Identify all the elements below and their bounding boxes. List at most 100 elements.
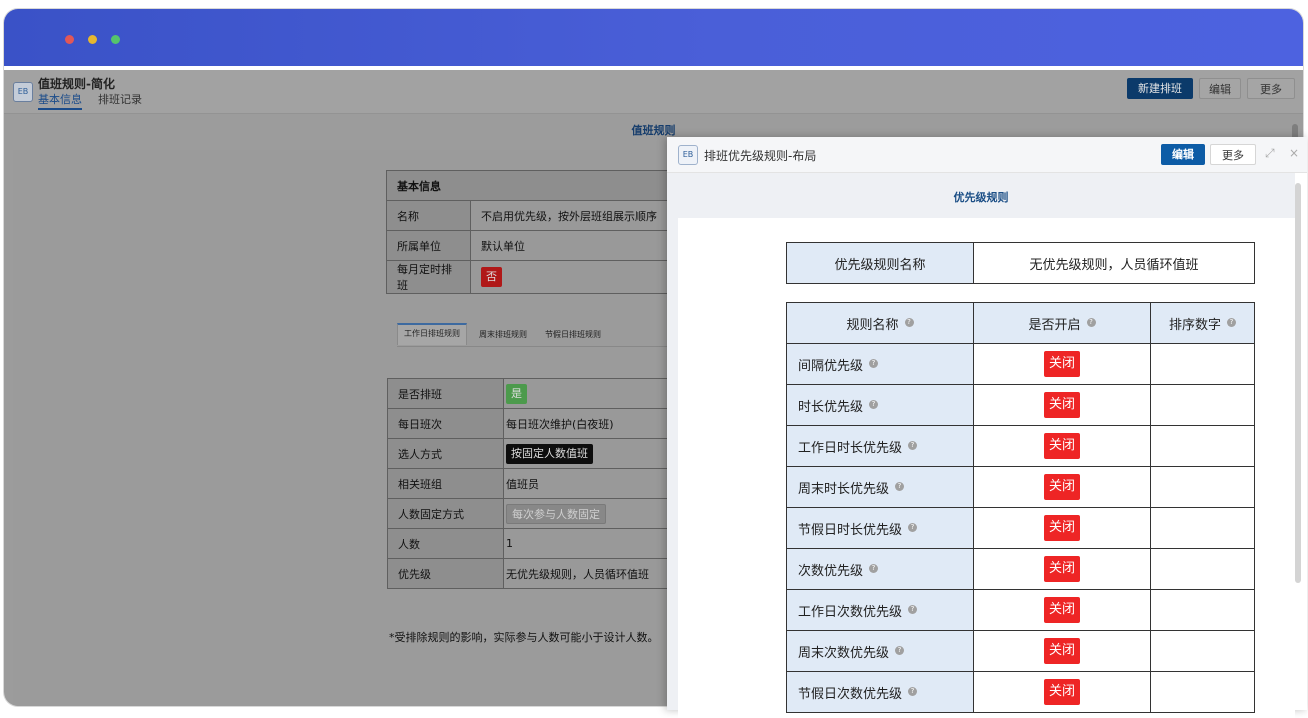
rule-name-cell: 工作日次数优先级? — [786, 589, 974, 631]
daily-shift-label: 每日班次 — [387, 408, 504, 439]
modal-title: 排班优先级规则-布局 — [704, 149, 817, 163]
window-titlebar — [4, 9, 1303, 66]
expand-icon[interactable]: ⤢ — [1265, 146, 1275, 161]
subtab-weekend[interactable]: 周末排班规则 — [479, 329, 527, 340]
new-schedule-button[interactable]: 新建排班 — [1127, 78, 1193, 99]
status-badge: 关闭 — [1043, 638, 1080, 664]
table-row: 周末次数优先级? 关闭 — [786, 630, 1255, 672]
column-header-enabled: 是否开启? — [973, 302, 1151, 344]
help-icon[interactable]: ? — [869, 399, 879, 409]
tab-schedule-records[interactable]: 排班记录 — [98, 91, 142, 107]
status-badge: 关闭 — [1043, 597, 1080, 623]
rule-name-cell: 节假日次数优先级? — [786, 671, 974, 713]
help-icon[interactable]: ? — [908, 440, 918, 450]
basic-info-header: 基本信息 — [386, 170, 668, 201]
table-row: 节假日次数优先级? 关闭 — [786, 671, 1255, 713]
help-icon[interactable]: ? — [908, 522, 918, 532]
table-row: 节假日时长优先级? 关闭 — [786, 507, 1255, 549]
rule-name: 次数优先级 — [798, 563, 864, 579]
subtab-holiday[interactable]: 节假日排班规则 — [545, 329, 601, 340]
help-icon[interactable]: ? — [1086, 317, 1096, 327]
help-icon[interactable]: ? — [895, 481, 905, 491]
help-icon[interactable]: ? — [895, 645, 905, 655]
rule-name: 时长优先级 — [798, 399, 864, 415]
column-header-rule-name-text: 规则名称 — [846, 317, 899, 333]
daily-shift-value: 每日班次维护(白夜班) — [503, 408, 668, 439]
minimize-window-dot[interactable] — [88, 35, 97, 44]
modal-more-button[interactable]: 更多 — [1210, 144, 1256, 165]
priority-label: 优先级 — [387, 558, 504, 589]
rule-status-cell: 关闭 — [973, 507, 1151, 549]
rule-status-cell: 关闭 — [973, 384, 1151, 426]
status-badge: 关闭 — [1043, 392, 1080, 418]
app-logo-icon: EB — [13, 82, 33, 102]
schedule-enabled-label: 是否排班 — [387, 378, 504, 409]
close-icon[interactable]: × — [1289, 146, 1299, 160]
related-group-value: 值班员 — [503, 468, 668, 499]
page-title: 值班规则-简化 — [38, 77, 115, 91]
rule-name-cell: 间隔优先级? — [786, 343, 974, 385]
rule-sort-number-cell — [1150, 630, 1255, 672]
rule-sort-number-cell — [1150, 343, 1255, 385]
name-label: 名称 — [386, 200, 471, 231]
priority-value: 无优先级规则，人员循环值班 — [503, 558, 668, 589]
monthly-schedule-badge: 否 — [481, 267, 502, 287]
rule-sort-number-cell — [1150, 671, 1255, 713]
tab-basic-info[interactable]: 基本信息 — [38, 91, 82, 110]
rule-sort-number-cell — [1150, 507, 1255, 549]
rule-name: 工作日时长优先级 — [798, 440, 903, 456]
page-header: EB 值班规则-简化 基本信息 排班记录 新建排班 编辑 更多 — [4, 70, 1303, 114]
fixed-count-method-badge: 每次参与人数固定 — [506, 503, 606, 524]
rule-subtabs: 工作日排班规则 周末排班规则 节假日排班规则 — [397, 323, 667, 347]
priority-name-table: 优先级规则名称 无优先级规则，人员循环值班 — [786, 242, 1255, 284]
status-badge: 关闭 — [1043, 474, 1080, 500]
modal-edit-button[interactable]: 编辑 — [1161, 144, 1205, 165]
select-method-label: 选人方式 — [387, 438, 504, 469]
help-icon[interactable]: ? — [908, 686, 918, 696]
help-icon[interactable]: ? — [908, 604, 918, 614]
rule-sort-number-cell — [1150, 466, 1255, 508]
rule-name: 工作日次数优先级 — [798, 604, 903, 620]
column-header-rule-name: 规则名称? — [786, 302, 974, 344]
status-badge: 关闭 — [1043, 515, 1080, 541]
rule-status-cell: 关闭 — [973, 548, 1151, 590]
help-icon[interactable]: ? — [1227, 317, 1236, 327]
basic-info-table: 基本信息 名称 不启用优先级，按外层班组展示顺序 所属单位 默认单位 每月定时排… — [386, 170, 668, 294]
edit-button[interactable]: 编辑 — [1199, 78, 1241, 99]
status-badge: 关闭 — [1043, 556, 1080, 582]
rule-status-cell: 关闭 — [973, 630, 1151, 672]
table-row: 间隔优先级? 关闭 — [786, 343, 1255, 385]
rule-sort-number-cell — [1150, 548, 1255, 590]
help-icon[interactable]: ? — [869, 358, 879, 368]
modal-scrollbar[interactable] — [1295, 183, 1301, 583]
workday-rule-table: 是否排班 是 每日班次 每日班次维护(白夜班) 选人方式 按固定人数值班 相关班… — [387, 378, 668, 589]
modal-section-title: 优先级规则 — [953, 191, 1009, 204]
rule-name: 节假日次数优先级 — [798, 686, 903, 702]
column-header-enabled-text: 是否开启 — [1028, 317, 1081, 333]
priority-rules-table: 规则名称? 是否开启? 排序数字? 间隔优先级? 关闭 时长优先级? 关闭 工作日时长优… — [786, 302, 1255, 713]
priority-name-label: 优先级规则名称 — [786, 242, 974, 284]
subtab-workday[interactable]: 工作日排班规则 — [397, 323, 467, 345]
column-header-sort-number-text: 排序数字 — [1168, 317, 1221, 333]
more-button[interactable]: 更多 — [1247, 78, 1295, 99]
fixed-count-method-cell: 每次参与人数固定 — [503, 498, 668, 529]
rule-name: 节假日时长优先级 — [798, 522, 903, 538]
help-icon[interactable]: ? — [869, 563, 879, 573]
status-badge: 关闭 — [1043, 433, 1080, 459]
rule-name-cell: 节假日时长优先级? — [786, 507, 974, 549]
column-header-sort-number: 排序数字? — [1150, 302, 1255, 344]
rule-name: 周末时长优先级 — [798, 481, 890, 497]
rule-name-cell: 时长优先级? — [786, 384, 974, 426]
rule-status-cell: 关闭 — [973, 671, 1151, 713]
rule-status-cell: 关闭 — [973, 589, 1151, 631]
help-icon[interactable]: ? — [904, 317, 914, 327]
maximize-window-dot[interactable] — [111, 35, 120, 44]
rule-name-cell: 周末时长优先级? — [786, 466, 974, 508]
rule-name-cell: 次数优先级? — [786, 548, 974, 590]
rule-sort-number-cell — [1150, 589, 1255, 631]
section-title: 值班规则 — [631, 124, 676, 137]
rule-sort-number-cell — [1150, 384, 1255, 426]
schedule-enabled-badge: 是 — [506, 383, 527, 404]
close-window-dot[interactable] — [65, 35, 74, 44]
unit-label: 所属单位 — [386, 230, 471, 261]
